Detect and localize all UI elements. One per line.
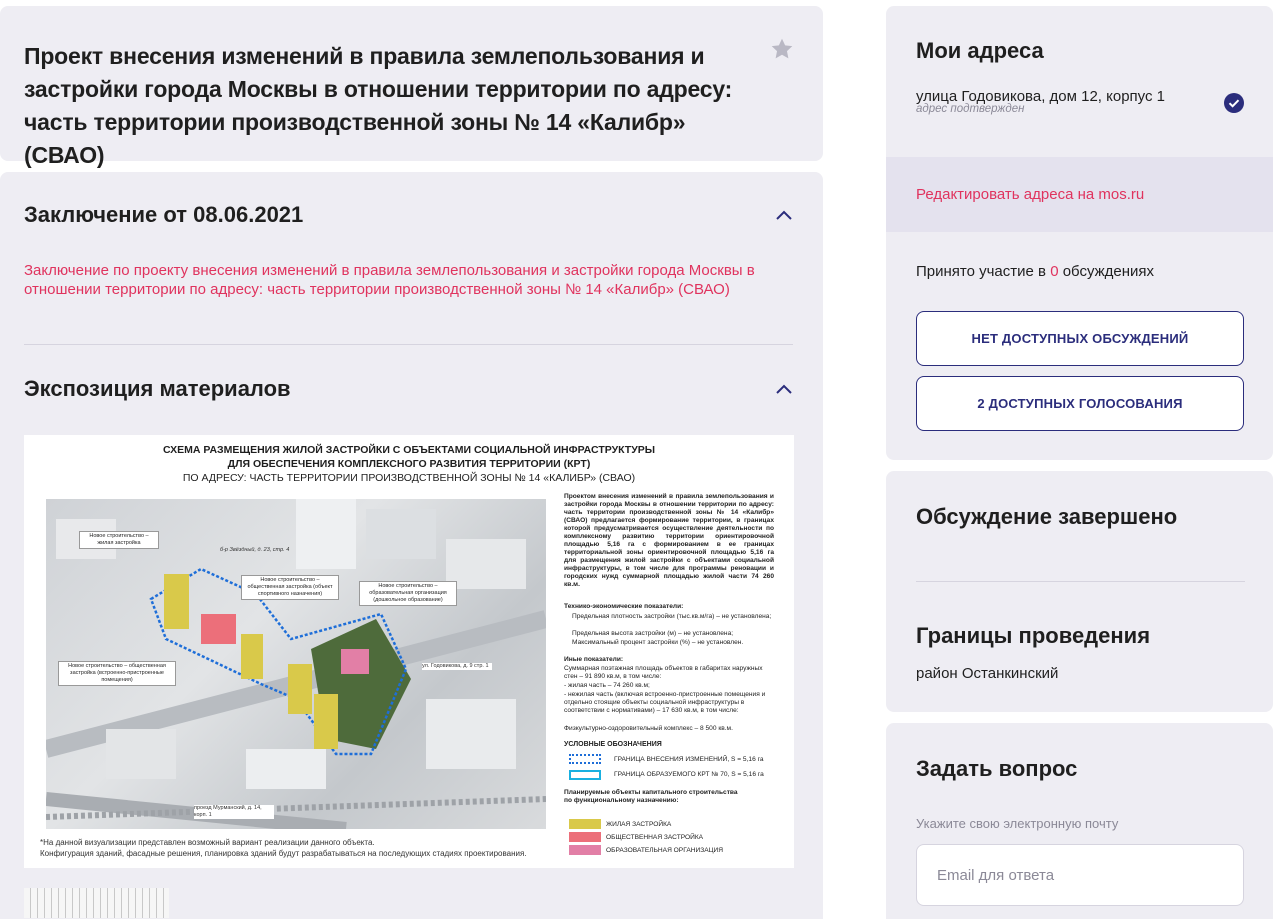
exposition-heading: Экспозиция материалов <box>24 376 291 401</box>
other-item-3: - нежилая часть (включая встроенно-прист… <box>564 691 766 714</box>
scheme-title-1: СХЕМА РАЗМЕЩЕНИЯ ЖИЛОЙ ЗАСТРОЙКИ С ОБЪЕК… <box>162 444 656 456</box>
content-card: Заключение от 08.06.2021 Заключение по п… <box>0 172 823 919</box>
exposition-header[interactable]: Экспозиция материалов <box>24 376 793 402</box>
ask-question-heading: Задать вопрос <box>916 756 1078 781</box>
no-discussions-button[interactable]: НЕТ ДОСТУПНЫХ ОБСУЖДЕНИЙ <box>916 311 1244 366</box>
planned-item-1: ЖИЛАЯ ЗАСТРОЙКА <box>606 821 672 828</box>
address-status: адрес подтвержден <box>916 103 1025 115</box>
tep-item-1: Предельная плотность застройки (тыс.кв.м… <box>572 613 772 620</box>
tep-item-3: Максимальный процент застройки (%) – не … <box>572 639 744 646</box>
page: Проект внесения изменений в правила земл… <box>0 0 1273 919</box>
callout-education: Новое строительство – образовательная ор… <box>359 581 457 606</box>
participation-text: Принято участие в 0 обсуждениях <box>916 263 1154 280</box>
status-divider <box>916 581 1245 582</box>
email-input[interactable] <box>916 844 1244 906</box>
planned-item-2: ОБЩЕСТВЕННАЯ ЗАСТРОЙКА <box>606 834 704 841</box>
conclusion-header[interactable]: Заключение от 08.06.2021 <box>24 202 793 228</box>
other-item-2: - жилая часть – 74 260 кв.м; <box>564 682 650 689</box>
participation-suffix: обсуждениях <box>1062 263 1155 280</box>
scheme-description: Проектом внесения изменений в правила зе… <box>564 493 774 588</box>
legend-swatch-solid <box>569 770 601 780</box>
legend-item-1: ГРАНИЦА ВНЕСЕНИЯ ИЗМЕНЕНИЙ, S = 5,16 га <box>614 756 764 763</box>
discussion-status-card: Обсуждение завершено Границы проведения … <box>886 471 1273 712</box>
legend-swatch-dotted <box>569 754 601 764</box>
street-label-1: б-р Звёздный, д. 23, стр. 4 <box>220 547 290 553</box>
participation-count: 0 <box>1050 263 1059 280</box>
street-label-2: ул. Годовикова, д. 9 стр. 1 <box>422 663 492 670</box>
edit-address-link[interactable]: Редактировать адреса на mos.ru <box>916 186 1144 203</box>
legend-heading: УСЛОВНЫЕ ОБОЗНАЧЕНИЯ <box>564 741 662 748</box>
scheme-image[interactable]: СХЕМА РАЗМЕЩЕНИЯ ЖИЛОЙ ЗАСТРОЙКИ С ОБЪЕК… <box>24 435 794 868</box>
street-label-3: проезд Мурманский, д. 14, корп. 1 <box>194 805 274 819</box>
project-title-card: Проект внесения изменений в правила земл… <box>0 6 823 168</box>
bounds-value: район Останкинский <box>916 665 1059 682</box>
callout-sport: Новое строительство – общественная застр… <box>241 575 339 600</box>
other-heading: Иные показатели: <box>564 656 624 663</box>
other-item-4: Физкультурно-оздоровительный комплекс – … <box>564 725 733 732</box>
scheme-title-3: ПО АДРЕСУ: ЧАСТЬ ТЕРРИТОРИИ ПРОИЗВОДСТВЕ… <box>182 472 636 484</box>
legend-item-2: ГРАНИЦА ОБРАЗУЕМОГО КРТ № 70, S = 5,16 г… <box>614 771 764 778</box>
scheme-footnote-2: Конфигурация зданий, фасадные решения, п… <box>40 849 527 858</box>
legend-swatch-residential <box>569 819 601 829</box>
tep-item-2: Предельная высота застройки (м) – не уст… <box>572 630 734 637</box>
chevron-up-icon[interactable] <box>775 383 793 395</box>
tep-heading: Технико-экономические показатели: <box>564 603 684 610</box>
my-addresses-card: Мои адреса улица Годовикова, дом 12, кор… <box>886 6 1273 460</box>
planned-item-3: ОБРАЗОВАТЕЛЬНАЯ ОРГАНИЗАЦИЯ <box>606 847 723 854</box>
my-addresses-heading: Мои адреса <box>916 38 1044 63</box>
conclusion-heading: Заключение от 08.06.2021 <box>24 202 304 227</box>
callout-residential: Новое строительство – жилая застройка <box>79 531 159 549</box>
scheme-thumbnail[interactable] <box>24 888 169 918</box>
email-label: Укажите свою электронную почту <box>916 816 1119 831</box>
callout-public: Новое строительство – общественная застр… <box>58 661 176 686</box>
discussion-status-heading: Обсуждение завершено <box>916 504 1178 529</box>
check-circle-icon <box>1224 93 1244 113</box>
project-title: Проект внесения изменений в правила земл… <box>24 43 733 168</box>
scheme-footnote-1: *На данной визуализации представлен возм… <box>40 838 375 847</box>
available-votes-button[interactable]: 2 ДОСТУПНЫХ ГОЛОСОВАНИЯ <box>916 376 1244 431</box>
other-item-1: Суммарная поэтажная площадь объектов в г… <box>564 665 763 680</box>
planned-heading: Планируемые объекты капитального строите… <box>564 789 738 804</box>
conclusion-link[interactable]: Заключение по проекту внесения изменений… <box>24 261 764 299</box>
section-divider <box>24 344 793 345</box>
ask-question-card: Задать вопрос Укажите свою электронную п… <box>886 723 1273 919</box>
star-icon[interactable] <box>769 36 795 62</box>
chevron-up-icon[interactable] <box>775 209 793 221</box>
scheme-title-2: ДЛЯ ОБЕСПЕЧЕНИЯ КОМПЛЕКСНОГО РАЗВИТИЯ ТЕ… <box>227 458 591 470</box>
bounds-heading: Границы проведения <box>916 623 1151 648</box>
participation-prefix: Принято участие в <box>916 263 1047 280</box>
